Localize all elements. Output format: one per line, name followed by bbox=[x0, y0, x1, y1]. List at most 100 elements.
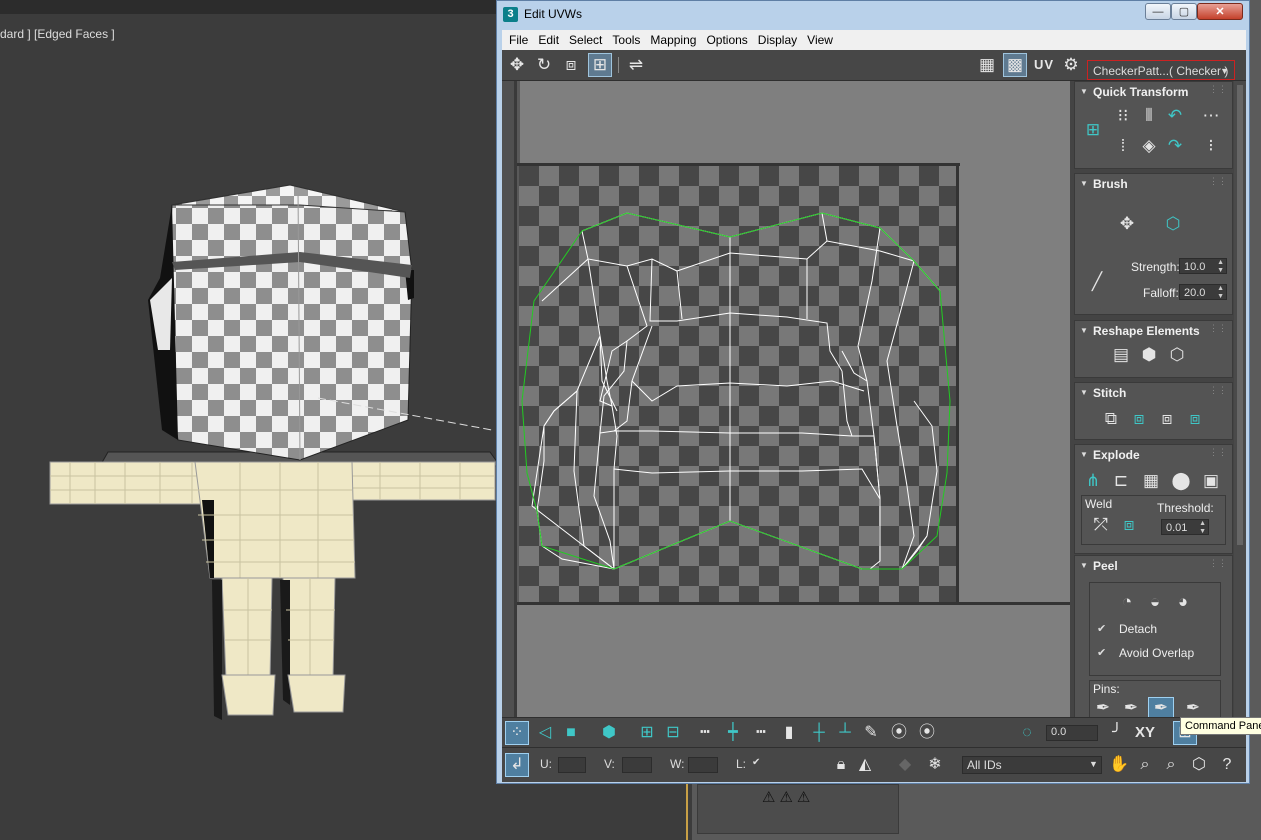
ring-select-icon[interactable]: ▮ bbox=[778, 722, 800, 744]
shrink-selection-icon[interactable]: ⊟ bbox=[662, 722, 684, 744]
weld-target-icon[interactable]: ⧈ bbox=[1117, 515, 1141, 535]
freeze-toggle-icon[interactable]: ◆ bbox=[894, 754, 916, 776]
zoom-icon[interactable]: ⌕ bbox=[1134, 754, 1156, 776]
space-grid-icon[interactable]: ◈ bbox=[1137, 136, 1161, 156]
detach-checkbox[interactable]: ✔ bbox=[1097, 624, 1108, 635]
freeze-icon[interactable]: ❄ bbox=[924, 754, 946, 776]
spinner-arrows-icon[interactable]: ▲ ▼ bbox=[1217, 285, 1224, 301]
peel-mode-icon[interactable]: ◒ bbox=[1143, 592, 1167, 612]
loop-select-icon[interactable]: ┅ bbox=[694, 722, 716, 744]
set-pivot-icon[interactable]: ⊞ bbox=[1081, 120, 1105, 140]
xy-axis-icon[interactable]: XY bbox=[1130, 722, 1160, 744]
unpin-icon[interactable]: ✒ bbox=[1119, 698, 1143, 717]
collapse-triangle-icon[interactable]: ▼ bbox=[1080, 450, 1088, 459]
uv-editor-canvas[interactable] bbox=[502, 81, 1070, 717]
falloff-curve-icon[interactable]: ╯ bbox=[1106, 722, 1128, 744]
zoom-extents-icon[interactable]: ⬡ bbox=[1188, 754, 1210, 776]
menu-select[interactable]: Select bbox=[564, 30, 607, 50]
relax-until-flat-icon[interactable]: ⬢ bbox=[1137, 345, 1161, 365]
avoid-overlap-checkbox[interactable]: ✔ bbox=[1097, 648, 1108, 659]
element-mode-icon[interactable]: ⬢ bbox=[598, 722, 620, 744]
stitch-to-source-icon[interactable]: ⧈ bbox=[1183, 409, 1207, 429]
edge-mode-icon[interactable]: ◁ bbox=[534, 722, 556, 744]
checker-toggle-icon[interactable]: ▦ bbox=[976, 54, 998, 76]
collapse-triangle-icon[interactable]: ▼ bbox=[1080, 561, 1088, 570]
texture-dropdown[interactable]: CheckerPatt...( Checker ) ▼ bbox=[1087, 60, 1235, 80]
maximize-button[interactable]: ▢ bbox=[1171, 3, 1197, 20]
relax-brush-icon[interactable]: ⬡ bbox=[1161, 214, 1185, 234]
ring-grow-icon[interactable]: ┼ bbox=[808, 722, 830, 744]
paint-move-icon[interactable]: ✥ bbox=[1115, 214, 1139, 234]
title-bar[interactable]: 3 Edit UVWs — ▢ ✕ bbox=[497, 1, 1249, 29]
rollout-grip-icon[interactable]: ⋮⋮ bbox=[1209, 176, 1227, 187]
menu-mapping[interactable]: Mapping bbox=[645, 30, 701, 50]
collapse-triangle-icon[interactable]: ▼ bbox=[1080, 179, 1088, 188]
falloff-spinner[interactable]: 20.0 ▲ ▼ bbox=[1179, 284, 1227, 300]
stitch-title[interactable]: Stitch bbox=[1093, 386, 1126, 400]
flatten-by-smoothing-icon[interactable]: ⬤ bbox=[1169, 471, 1193, 491]
loop-grow-icon[interactable]: ┿ bbox=[722, 722, 744, 744]
zoom-region-icon[interactable]: ⌕ bbox=[1160, 754, 1182, 776]
rollout-grip-icon[interactable]: ⋮⋮ bbox=[1209, 385, 1227, 396]
material-ids-dropdown[interactable]: All IDs ▼ bbox=[962, 756, 1102, 774]
brush-title[interactable]: Brush bbox=[1093, 177, 1128, 191]
show-map-icon[interactable]: ▩ bbox=[1003, 53, 1027, 77]
rollout-grip-icon[interactable]: ⋮⋮ bbox=[1209, 558, 1227, 569]
pan-icon[interactable]: ✋ bbox=[1108, 754, 1130, 776]
quick-transform-title[interactable]: Quick Transform bbox=[1093, 85, 1188, 99]
mirror-icon[interactable]: ⇌ bbox=[625, 54, 647, 76]
close-button[interactable]: ✕ bbox=[1197, 3, 1243, 20]
panel-scrollbar[interactable] bbox=[1234, 81, 1246, 717]
menu-options[interactable]: Options bbox=[701, 30, 752, 50]
flatten-by-material-icon[interactable]: ▣ bbox=[1199, 471, 1223, 491]
paint-grow-icon[interactable]: ⦿ bbox=[888, 722, 910, 744]
align-horizontal-edges-icon[interactable]: ⋯ bbox=[1199, 106, 1223, 126]
collapse-triangle-icon[interactable]: ▼ bbox=[1080, 87, 1088, 96]
align-vertical-edges-icon[interactable]: ⁝ bbox=[1199, 136, 1223, 156]
menu-display[interactable]: Display bbox=[753, 30, 802, 50]
uv-label[interactable]: UV bbox=[1034, 57, 1054, 72]
freeform-mode-icon[interactable]: ⊞ bbox=[588, 53, 612, 77]
uv-checker-map[interactable] bbox=[502, 81, 1070, 717]
threshold-spinner[interactable]: 0.01 ▲ ▼ bbox=[1161, 519, 1209, 535]
relax-icon[interactable]: ⬡ bbox=[1165, 345, 1189, 365]
space-vertical-icon[interactable]: ⦀ bbox=[1137, 106, 1161, 126]
align-horizontal-icon[interactable]: ⁝⁝ bbox=[1111, 106, 1135, 126]
paint-shrink-icon[interactable]: ⦿ bbox=[916, 722, 938, 744]
command-panel-icons[interactable]: ⚠⚠⚠ bbox=[762, 788, 814, 806]
collapse-triangle-icon[interactable]: ▼ bbox=[1080, 326, 1088, 335]
explode-title[interactable]: Explode bbox=[1093, 448, 1140, 462]
select-pins-icon[interactable]: ✒ bbox=[1181, 698, 1205, 717]
soft-select-falloff-field[interactable]: 0.0 bbox=[1046, 725, 1098, 741]
reshape-elements-title[interactable]: Reshape Elements bbox=[1093, 324, 1200, 338]
rollout-grip-icon[interactable]: ⋮⋮ bbox=[1209, 84, 1227, 95]
vertex-mode-icon[interactable]: ⁘ bbox=[505, 721, 529, 745]
u-field[interactable] bbox=[558, 757, 586, 773]
loop-shrink-icon[interactable]: ┅ bbox=[750, 722, 772, 744]
scale-icon[interactable]: ⧈ bbox=[560, 54, 582, 76]
move-icon[interactable]: ✥ bbox=[506, 54, 528, 76]
w-field[interactable] bbox=[688, 757, 718, 773]
edit-uvws-window[interactable]: 3 Edit UVWs — ▢ ✕ File Edit Select Tools Map… bbox=[496, 0, 1250, 784]
map-settings-icon[interactable]: ⚙ bbox=[1060, 54, 1082, 76]
brush-stroke-icon[interactable]: ╱ bbox=[1085, 272, 1109, 292]
soft-select-icon[interactable]: ◌ bbox=[1016, 722, 1038, 744]
strength-spinner[interactable]: 10.0 ▲ ▼ bbox=[1179, 258, 1227, 274]
stitch-custom-icon[interactable]: ⧉ bbox=[1099, 409, 1123, 429]
align-vertical-icon[interactable]: ⁞ bbox=[1111, 136, 1135, 156]
paint-select-icon[interactable]: ✎ bbox=[860, 722, 882, 744]
menu-file[interactable]: File bbox=[504, 30, 533, 50]
help-icon[interactable]: ? bbox=[1216, 754, 1238, 776]
menu-edit[interactable]: Edit bbox=[533, 30, 564, 50]
pin-icon[interactable]: ✒ bbox=[1091, 698, 1115, 717]
lock-selection-icon[interactable]: 🔒︎ bbox=[830, 754, 852, 776]
absolute-offset-icon[interactable]: ↲ bbox=[505, 753, 529, 777]
peel-title[interactable]: Peel bbox=[1093, 559, 1118, 573]
break-icon[interactable]: ⋔ bbox=[1081, 471, 1105, 491]
spinner-arrows-icon[interactable]: ▲ ▼ bbox=[1199, 520, 1206, 536]
detach-edge-icon[interactable]: ⊏ bbox=[1109, 471, 1133, 491]
reset-peel-icon[interactable]: ◕ bbox=[1171, 592, 1195, 612]
straighten-icon[interactable]: ▤ bbox=[1109, 345, 1133, 365]
rotate-ccw-icon[interactable]: ↶ bbox=[1163, 106, 1187, 126]
lock-checkbox[interactable]: ✔ bbox=[752, 757, 760, 768]
